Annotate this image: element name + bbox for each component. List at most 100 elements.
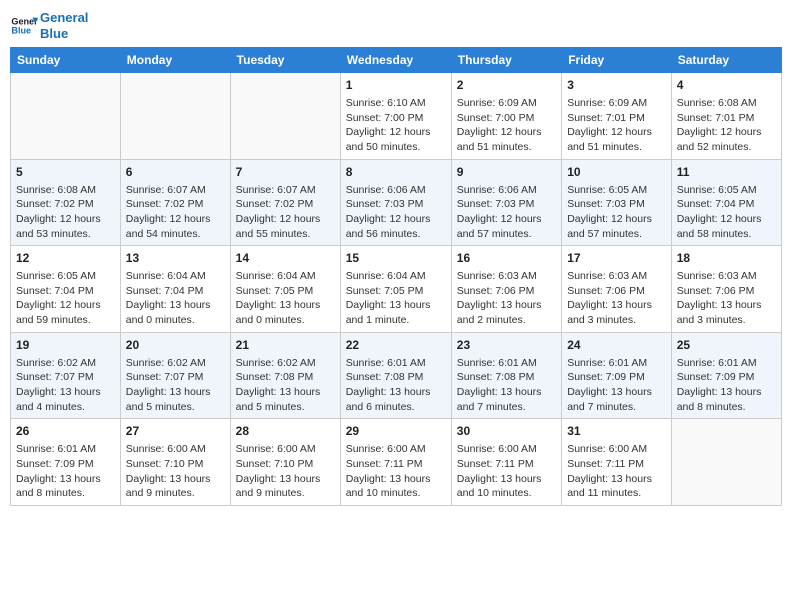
day-number: 8 [346, 164, 446, 181]
day-number: 26 [16, 423, 115, 440]
calendar-cell: 18 Sunrise: 6:03 AM Sunset: 7:06 PM Dayli… [671, 246, 781, 333]
calendar-cell: 8 Sunrise: 6:06 AM Sunset: 7:03 PM Daylig… [340, 159, 451, 246]
weekday-header-thursday: Thursday [451, 48, 561, 73]
calendar-cell: 22Sunrise: 6:01 AM Sunset: 7:08 PM Dayli… [340, 332, 451, 419]
calendar-cell: 9 Sunrise: 6:06 AM Sunset: 7:03 PM Daylig… [451, 159, 561, 246]
day-number: 21 [236, 337, 335, 354]
calendar-cell: 5 Sunrise: 6:08 AM Sunset: 7:02 PM Daylig… [11, 159, 121, 246]
calendar-cell: 31 Sunrise: 6:00 AM Sunset: 7:11 PM Dayli… [562, 419, 672, 506]
day-number: 9 [457, 164, 556, 181]
page-header: General Blue GeneralBlue [10, 10, 782, 41]
calendar-cell: 21 Sunrise: 6:02 AM Sunset: 7:08 PM Dayli… [230, 332, 340, 419]
day-info: Sunrise: 6:07 AM Sunset: 7:02 PM Dayligh… [236, 183, 335, 242]
day-number: 18 [677, 250, 776, 267]
calendar-cell: 29 Sunrise: 6:00 AM Sunset: 7:11 PM Dayli… [340, 419, 451, 506]
day-info: Sunrise: 6:01 AM Sunset: 7:09 PM Dayligh… [677, 356, 776, 415]
weekday-header-saturday: Saturday [671, 48, 781, 73]
day-number: 23 [457, 337, 556, 354]
day-number: 27 [126, 423, 225, 440]
calendar-cell: 20 Sunrise: 6:02 AM Sunset: 7:07 PM Dayli… [120, 332, 230, 419]
day-number: 14 [236, 250, 335, 267]
day-info: Sunrise: 6:01 AM Sunset: 7:09 PM Dayligh… [567, 356, 666, 415]
weekday-header-tuesday: Tuesday [230, 48, 340, 73]
weekday-header-monday: Monday [120, 48, 230, 73]
calendar-cell: 27 Sunrise: 6:00 AM Sunset: 7:10 PM Dayli… [120, 419, 230, 506]
calendar-cell: 6 Sunrise: 6:07 AM Sunset: 7:02 PM Daylig… [120, 159, 230, 246]
day-info: Sunrise: 6:06 AM Sunset: 7:03 PM Dayligh… [346, 183, 446, 242]
day-number: 4 [677, 77, 776, 94]
calendar-cell: 10 Sunrise: 6:05 AM Sunset: 7:03 PM Dayli… [562, 159, 672, 246]
calendar-cell: 19 Sunrise: 6:02 AM Sunset: 7:07 PM Dayli… [11, 332, 121, 419]
calendar-cell: 1 Sunrise: 6:10 AM Sunset: 7:00 PM Daylig… [340, 73, 451, 160]
calendar-cell: 4Sunrise: 6:08 AM Sunset: 7:01 PM Daylig… [671, 73, 781, 160]
calendar-cell: 13Sunrise: 6:04 AM Sunset: 7:04 PM Dayli… [120, 246, 230, 333]
calendar-week-row: 26 Sunrise: 6:01 AM Sunset: 7:09 PM Dayli… [11, 419, 782, 506]
day-info: Sunrise: 6:01 AM Sunset: 7:08 PM Dayligh… [457, 356, 556, 415]
day-number: 10 [567, 164, 666, 181]
calendar-week-row: 1 Sunrise: 6:10 AM Sunset: 7:00 PM Daylig… [11, 73, 782, 160]
day-info: Sunrise: 6:03 AM Sunset: 7:06 PM Dayligh… [457, 269, 556, 328]
calendar-week-row: 12 Sunrise: 6:05 AM Sunset: 7:04 PM Dayli… [11, 246, 782, 333]
day-number: 13 [126, 250, 225, 267]
calendar-cell: 23 Sunrise: 6:01 AM Sunset: 7:08 PM Dayli… [451, 332, 561, 419]
day-number: 29 [346, 423, 446, 440]
weekday-header-friday: Friday [562, 48, 672, 73]
day-number: 30 [457, 423, 556, 440]
day-number: 24 [567, 337, 666, 354]
day-number: 19 [16, 337, 115, 354]
day-info: Sunrise: 6:02 AM Sunset: 7:07 PM Dayligh… [16, 356, 115, 415]
day-info: Sunrise: 6:00 AM Sunset: 7:10 PM Dayligh… [126, 442, 225, 501]
day-info: Sunrise: 6:00 AM Sunset: 7:11 PM Dayligh… [567, 442, 666, 501]
calendar-cell: 26 Sunrise: 6:01 AM Sunset: 7:09 PM Dayli… [11, 419, 121, 506]
day-number: 5 [16, 164, 115, 181]
calendar-cell [120, 73, 230, 160]
calendar-cell: 25 Sunrise: 6:01 AM Sunset: 7:09 PM Dayli… [671, 332, 781, 419]
day-info: Sunrise: 6:05 AM Sunset: 7:04 PM Dayligh… [16, 269, 115, 328]
calendar-cell: 14Sunrise: 6:04 AM Sunset: 7:05 PM Dayli… [230, 246, 340, 333]
svg-text:Blue: Blue [11, 25, 31, 35]
day-info: Sunrise: 6:09 AM Sunset: 7:01 PM Dayligh… [567, 96, 666, 155]
calendar-cell: 2Sunrise: 6:09 AM Sunset: 7:00 PM Daylig… [451, 73, 561, 160]
calendar-cell [671, 419, 781, 506]
day-info: Sunrise: 6:05 AM Sunset: 7:03 PM Dayligh… [567, 183, 666, 242]
day-info: Sunrise: 6:10 AM Sunset: 7:00 PM Dayligh… [346, 96, 446, 155]
day-info: Sunrise: 6:01 AM Sunset: 7:09 PM Dayligh… [16, 442, 115, 501]
day-info: Sunrise: 6:03 AM Sunset: 7:06 PM Dayligh… [677, 269, 776, 328]
day-number: 12 [16, 250, 115, 267]
day-number: 22 [346, 337, 446, 354]
day-number: 25 [677, 337, 776, 354]
day-number: 16 [457, 250, 556, 267]
day-number: 1 [346, 77, 446, 94]
calendar-cell: 28 Sunrise: 6:00 AM Sunset: 7:10 PM Dayli… [230, 419, 340, 506]
day-number: 20 [126, 337, 225, 354]
calendar-cell: 7Sunrise: 6:07 AM Sunset: 7:02 PM Daylig… [230, 159, 340, 246]
day-info: Sunrise: 6:02 AM Sunset: 7:07 PM Dayligh… [126, 356, 225, 415]
day-info: Sunrise: 6:07 AM Sunset: 7:02 PM Dayligh… [126, 183, 225, 242]
day-number: 3 [567, 77, 666, 94]
day-info: Sunrise: 6:00 AM Sunset: 7:10 PM Dayligh… [236, 442, 335, 501]
day-number: 28 [236, 423, 335, 440]
calendar-cell: 12 Sunrise: 6:05 AM Sunset: 7:04 PM Dayli… [11, 246, 121, 333]
calendar-cell [11, 73, 121, 160]
calendar-cell: 15 Sunrise: 6:04 AM Sunset: 7:05 PM Dayli… [340, 246, 451, 333]
day-info: Sunrise: 6:00 AM Sunset: 7:11 PM Dayligh… [457, 442, 556, 501]
calendar-cell: 16 Sunrise: 6:03 AM Sunset: 7:06 PM Dayli… [451, 246, 561, 333]
calendar-cell: 17 Sunrise: 6:03 AM Sunset: 7:06 PM Dayli… [562, 246, 672, 333]
logo: General Blue GeneralBlue [10, 10, 88, 41]
day-info: Sunrise: 6:03 AM Sunset: 7:06 PM Dayligh… [567, 269, 666, 328]
day-info: Sunrise: 6:04 AM Sunset: 7:05 PM Dayligh… [346, 269, 446, 328]
day-number: 11 [677, 164, 776, 181]
weekday-header-row: SundayMondayTuesdayWednesdayThursdayFrid… [11, 48, 782, 73]
day-number: 17 [567, 250, 666, 267]
day-info: Sunrise: 6:00 AM Sunset: 7:11 PM Dayligh… [346, 442, 446, 501]
day-info: Sunrise: 6:08 AM Sunset: 7:02 PM Dayligh… [16, 183, 115, 242]
day-number: 15 [346, 250, 446, 267]
weekday-header-sunday: Sunday [11, 48, 121, 73]
day-number: 6 [126, 164, 225, 181]
day-number: 31 [567, 423, 666, 440]
day-info: Sunrise: 6:02 AM Sunset: 7:08 PM Dayligh… [236, 356, 335, 415]
day-info: Sunrise: 6:05 AM Sunset: 7:04 PM Dayligh… [677, 183, 776, 242]
calendar-cell: 11 Sunrise: 6:05 AM Sunset: 7:04 PM Dayli… [671, 159, 781, 246]
day-info: Sunrise: 6:06 AM Sunset: 7:03 PM Dayligh… [457, 183, 556, 242]
calendar-table: SundayMondayTuesdayWednesdayThursdayFrid… [10, 47, 782, 506]
